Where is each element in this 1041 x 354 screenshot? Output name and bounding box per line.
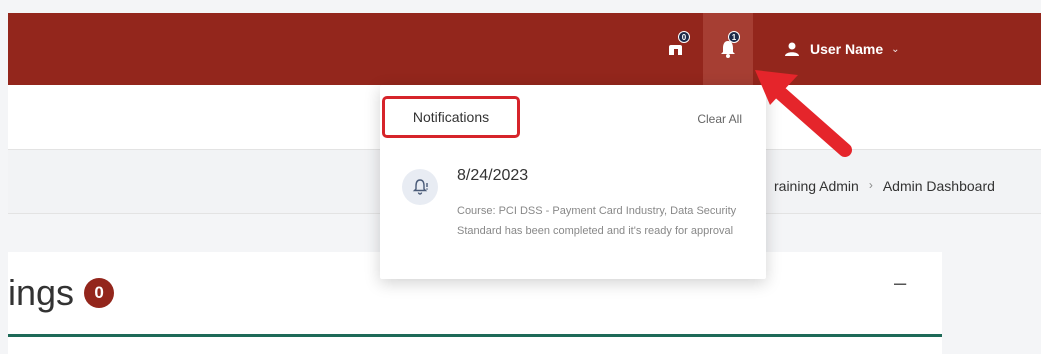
- breadcrumb-item-training-admin[interactable]: raining Admin: [774, 178, 859, 194]
- notification-date: 8/24/2023: [457, 167, 529, 184]
- collapse-button[interactable]: –: [894, 270, 906, 296]
- notifications-count-badge: 1: [728, 31, 740, 43]
- chevron-right-icon: ›: [868, 178, 873, 192]
- messages-count-badge: 0: [678, 31, 690, 43]
- card-title-text: ings: [8, 272, 75, 313]
- notification-item[interactable]: 8/24/2023 Course: PCI DSS - Payment Card…: [402, 165, 752, 265]
- count-badge: 0: [84, 278, 115, 308]
- notification-bell-icon: [402, 169, 438, 205]
- top-navbar: 0 1 User Name ⌄: [8, 13, 1041, 85]
- clear-all-link[interactable]: Clear All: [697, 112, 742, 126]
- notifications-heading: Notifications: [382, 96, 520, 138]
- messages-button[interactable]: 0: [660, 13, 698, 85]
- chevron-down-icon: ⌄: [891, 43, 900, 55]
- notification-text: Course: PCI DSS - Payment Card Industry,…: [457, 205, 737, 237]
- card-divider: [8, 334, 942, 337]
- card-title: ings 0: [8, 272, 115, 314]
- breadcrumb: raining Admin › Admin Dashboard: [774, 178, 995, 194]
- breadcrumb-item-admin-dashboard[interactable]: Admin Dashboard: [883, 178, 995, 194]
- notifications-dropdown: Notifications Clear All 8/24/2023 Course…: [380, 85, 766, 279]
- red-arrow-annotation: [755, 70, 852, 157]
